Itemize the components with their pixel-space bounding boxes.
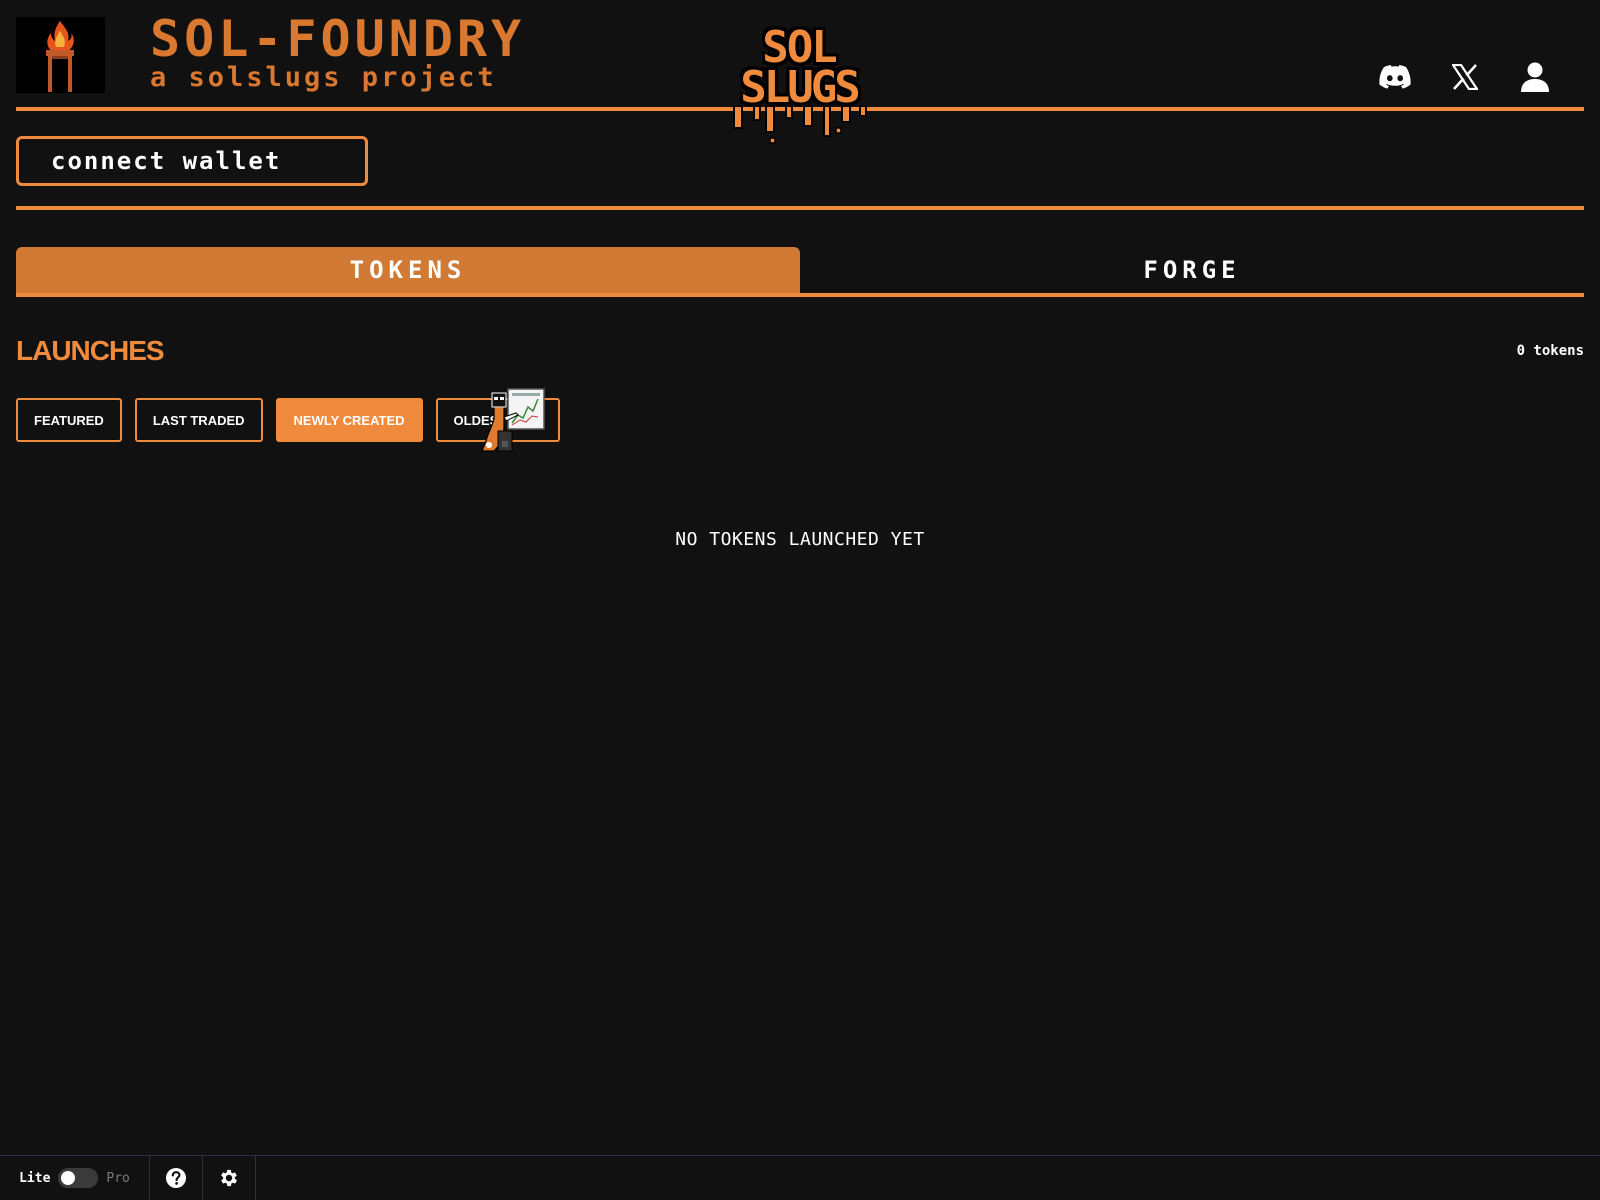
discord-icon[interactable] [1378,60,1412,94]
slug-mascot-image [478,387,546,453]
torch-icon [16,17,105,93]
tab-forge[interactable]: FORGE [800,247,1584,293]
section-divider [16,206,1584,210]
help-button[interactable] [150,1156,203,1200]
settings-button[interactable] [203,1156,256,1200]
user-icon[interactable] [1518,60,1552,94]
lite-pro-toggle[interactable] [58,1168,99,1188]
toggle-knob [61,1171,76,1185]
torch-logo[interactable] [16,17,105,93]
filter-featured-button[interactable]: FEATURED [16,398,122,442]
token-count: 0 tokens [1516,343,1584,359]
launches-heading: LAUNCHES [16,335,165,366]
filter-newly-created-button[interactable]: NEWLY CREATED [275,398,423,442]
mode-switch: Lite Pro [0,1156,150,1200]
mode-pro-label: Pro [106,1170,130,1186]
empty-state-message: NO TOKENS LAUNCHED YET [675,529,925,550]
help-icon [166,1168,186,1188]
filter-last-traded-button[interactable]: LAST TRADED [134,398,263,442]
brand-subtitle: a solslugs project [150,62,497,93]
slime-drips-icon [733,105,867,144]
tab-tokens[interactable]: TOKENS [16,247,800,293]
x-icon[interactable] [1448,60,1482,94]
mode-lite-label: Lite [19,1170,51,1186]
brand-title: SOL-FOUNDRY [150,10,526,68]
main-tabs: TOKENS FORGE [16,247,1584,297]
footer-bar: Lite Pro [0,1155,1600,1200]
header-icons [1378,60,1552,94]
solslugs-logo[interactable]: SOL SLUGS [724,18,874,146]
connect-wallet-button[interactable]: connect wallet [16,136,368,186]
gear-icon [221,1169,237,1187]
